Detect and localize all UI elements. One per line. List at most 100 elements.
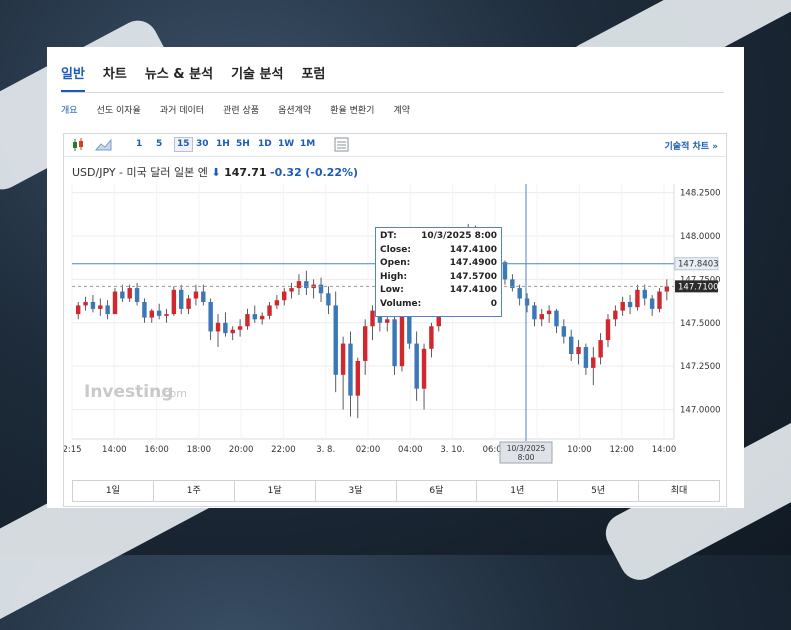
candle-body [208, 301, 213, 332]
candle-body [171, 289, 177, 315]
crosshair-y-label: 147.8403 [678, 260, 719, 270]
range-button-7[interactable]: 최대 [639, 481, 719, 501]
tooltip-key: Open: [380, 258, 411, 268]
sub-tab-1[interactable]: 선도 이자율 [97, 103, 141, 116]
candle-body [98, 305, 103, 309]
candle-body [326, 293, 331, 306]
candle-body [230, 329, 235, 334]
x-tick-label: 04:00 [398, 445, 423, 455]
candle-body [583, 347, 589, 368]
candle-body [83, 301, 88, 306]
candle-body [620, 301, 625, 311]
candle-body [215, 322, 221, 332]
candle-body [193, 291, 199, 299]
y-tick-label: 147.0000 [680, 406, 721, 416]
candle-body [112, 291, 118, 315]
sub-tab-0[interactable]: 개요 [61, 103, 78, 116]
sub-tab-2[interactable]: 과거 데이터 [160, 103, 204, 116]
candle-body [635, 289, 640, 308]
candle-body [399, 314, 405, 367]
y-tick-label: 148.0000 [680, 232, 721, 242]
main-tab-2[interactable]: 뉴스 & 분석 [145, 63, 213, 92]
candle-body [149, 310, 154, 318]
candle-body [576, 347, 581, 354]
main-tabs: 일반 차트 뉴스 & 분석 기술 분석 포럼 [61, 63, 343, 92]
last-price-label: 147.7100 [678, 282, 719, 292]
tooltip-row: Close: 147.4100 [380, 245, 497, 258]
candle-body [649, 298, 655, 309]
x-tick-label: 02:00 [356, 445, 381, 455]
range-selector: 1일 1주 1달 3달 6달 1년 5년 최대 [72, 480, 720, 502]
x-tick-label: 12:00 [609, 445, 634, 455]
chart-widget: 1 5 15 30 1H 5H 1D 1W 1M 기술적 차트 » USD/JPY - 미국 달… [63, 133, 727, 507]
candle-body [282, 291, 287, 301]
candle-body [627, 301, 633, 308]
main-tab-1[interactable]: 차트 [103, 63, 127, 92]
candle-body [274, 300, 280, 306]
range-button-2[interactable]: 1달 [235, 481, 316, 501]
content-panel: 일반 차트 뉴스 & 분석 기술 분석 포럼 개요 선도 이자율 과거 데이터 관련 상품 옵션… [47, 47, 744, 508]
candle-body [304, 281, 309, 289]
candle-body [127, 288, 132, 299]
candle-body [267, 305, 272, 316]
candle-body [591, 357, 596, 368]
main-tab-0[interactable]: 일반 [61, 63, 85, 92]
tooltip-value: 0 [490, 298, 497, 309]
candle-body [605, 319, 611, 341]
main-tab-4[interactable]: 포럼 [301, 63, 325, 92]
range-button-3[interactable]: 3달 [316, 481, 397, 501]
x-tick-label: 18:00 [187, 445, 212, 455]
tooltip-row: High: 147.5700 [380, 272, 497, 285]
candle-body [76, 305, 81, 315]
candle-body [664, 286, 670, 292]
tooltip-row: DT: 10/3/2025 8:00 [380, 231, 497, 244]
x-tick-label: 10:00 [567, 445, 592, 455]
range-button-0[interactable]: 1일 [73, 481, 154, 501]
candle-body [164, 314, 169, 316]
candle-body [385, 319, 390, 323]
sub-tab-5[interactable]: 환율 변환기 [330, 103, 374, 116]
candle-body [179, 289, 184, 309]
watermark-suffix: .com [160, 387, 187, 400]
candle-body [598, 340, 603, 358]
range-button-5[interactable]: 1년 [477, 481, 559, 501]
sub-tab-3[interactable]: 관련 상품 [223, 103, 259, 116]
range-button-6[interactable]: 5년 [558, 481, 640, 501]
candle-body [546, 310, 552, 315]
candle-body [245, 314, 250, 327]
sub-tab-6[interactable]: 계약 [393, 103, 410, 116]
range-button-4[interactable]: 6달 [397, 481, 478, 501]
candle-body [502, 262, 508, 280]
candle-body [134, 288, 140, 302]
x-tick-label: 3. 10. [440, 445, 464, 455]
candle-body [517, 288, 522, 299]
sub-tab-4[interactable]: 옵션계약 [278, 103, 311, 116]
main-tab-3[interactable]: 기술 분석 [231, 63, 283, 92]
range-button-1[interactable]: 1주 [154, 481, 235, 501]
x-tick-label: 2:15 [64, 445, 82, 455]
candle-body [90, 301, 96, 309]
x-tick-label: 20:00 [229, 445, 254, 455]
tooltip-key: Low: [380, 285, 404, 295]
candle-body [355, 360, 361, 396]
tooltip-key: Close: [380, 244, 411, 255]
candle-body [613, 310, 618, 320]
tooltip-value: 10/3/2025 8:00 [421, 231, 497, 241]
candle-body [407, 314, 412, 344]
candle-body [392, 319, 397, 367]
tab-divider [61, 92, 724, 93]
candle-body [642, 289, 647, 299]
y-tick-label: 148.2500 [680, 189, 721, 199]
candle-body [156, 310, 162, 316]
x-tick-label: 16:00 [144, 445, 169, 455]
crosshair-x-date: 10/3/2025 [507, 444, 546, 453]
sub-tabs: 개요 선도 이자율 과거 데이터 관련 상품 옵션계약 환율 변환기 계약 [61, 103, 429, 116]
candle-body [289, 288, 294, 292]
candle-body [201, 291, 206, 302]
x-tick-label: 22:00 [271, 445, 296, 455]
candle-body [532, 305, 537, 320]
candle-body [340, 343, 346, 375]
candle-body [554, 310, 559, 327]
tooltip-key: High: [380, 271, 408, 282]
candle-body [657, 291, 662, 309]
